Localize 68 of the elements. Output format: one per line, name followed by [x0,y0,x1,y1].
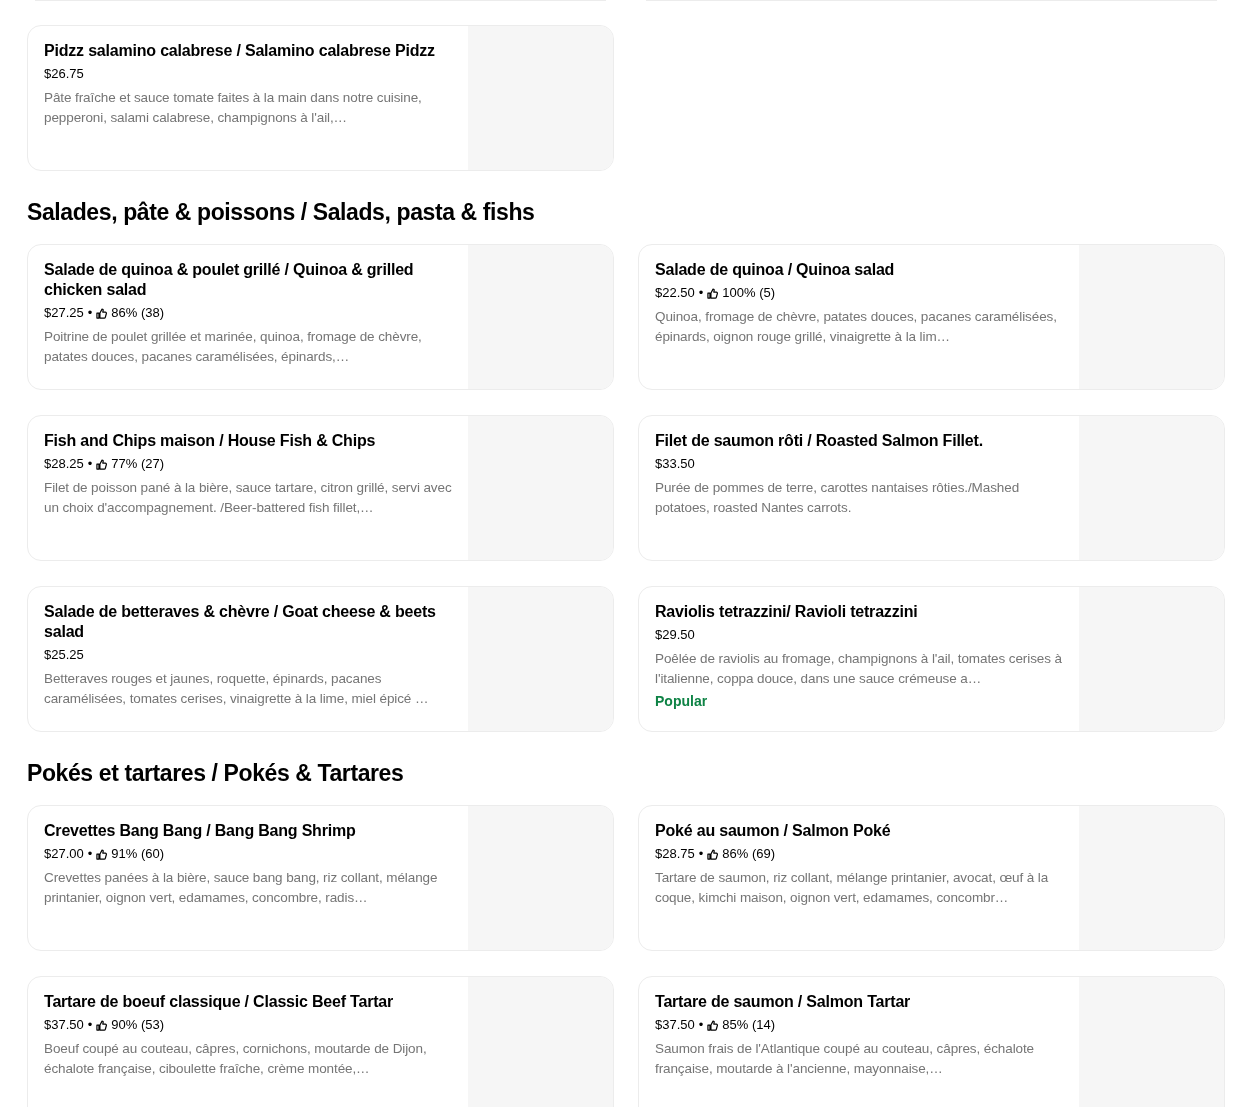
menu-item-card[interactable]: Tartare de boeuf classique / Classic Beef Tartar $37.50 • 90% (53) Boeuf coupé au couteau, câpres, cornichons, moutarde de Dijon, échalote française, ciboulette fraîche, crème montée,… [27,976,614,1107]
item-rating: 86% (69) [722,845,776,863]
item-price: $33.50 [655,455,695,473]
menu-item-card[interactable]: Salade de quinoa / Quinoa salad $22.50 • 100% (5) Quinoa, fromage de chèvre, patates douces, pacanes caramélisées, épinards, oignon rouge grillé, vinaigrette à la lim… [638,244,1225,390]
item-name: Tartare de saumon / Salmon Tartar [655,992,912,1012]
separator-dot: • [698,845,704,863]
section-heading: Pokés et tartares / Pokés & Tartares [27,759,405,787]
item-price: $27.25 [44,304,84,322]
item-description: Quinoa, fromage de chèvre, patates douces, pacanes caramélisées, épinards, oignon rouge grillé, vinaigrette à la lim… [655,308,1058,346]
thumbs-up-icon [96,458,108,470]
item-name: Crevettes Bang Bang / Bang Bang Shrimp [44,821,357,841]
item-price: $26.75 [44,65,84,83]
item-rating: 85% (14) [722,1016,776,1034]
item-name: Salade de betteraves & chèvre / Goat cheese & beets salad [44,602,437,642]
section-heading: Salades, pâte & poissons / Salads, pasta & fishs [27,198,536,226]
item-name: Pidzz salamino calabrese / Salamino calabrese Pidzz [44,41,436,61]
menu-item-card[interactable]: Salade de betteraves & chèvre / Goat cheese & beets salad $25.25 Betteraves rouges et jaunes, roquette, épinards, pacanes caramélisées, tomates cerises, vinaigrette à la lime, miel épicé … [27,586,614,732]
item-name: Poké au saumon / Salmon Poké [655,821,892,841]
menu-item-card[interactable]: Tartare de saumon / Salmon Tartar $37.50 • 85% (14) Saumon frais de l'Atlantique coupé au couteau, câpres, échalote française, moutarde à l'ancienne, mayonnaise,… [638,976,1225,1107]
item-description: Saumon frais de l'Atlantique coupé au couteau, câpres, échalote française, moutarde à l'ancienne, mayonnaise,… [655,1040,1036,1078]
menu-item-card[interactable]: Raviolis tetrazzini/ Ravioli tetrazzini $29.50 Poêlée de raviolis au fromage, champignons à l'ail, tomates cerises à l'italienne, coppa douce, dans une sauce crémeuse a… Popular [638,586,1225,732]
thumbs-up-icon [96,307,108,319]
menu-item-card[interactable]: Pidzz salamino calabrese / Salamino calabrese Pidzz $26.75 Pâte fraîche et sauce tomate faites à la main dans notre cuisine, pepperoni, salami calabrese, champignons à l'ail,… [27,25,614,171]
item-name: Fish and Chips maison / House Fish & Chips [44,431,377,451]
thumbs-up-icon [96,1019,108,1031]
thumbs-up-icon [707,1019,719,1031]
item-rating: 86% (38) [111,304,165,322]
popular-label: Popular [655,692,709,711]
thumbs-up-icon [707,287,719,299]
item-name: Raviolis tetrazzini/ Ravioli tetrazzini [655,602,919,622]
item-price: $27.00 [44,845,84,863]
item-description: Pâte fraîche et sauce tomate faites à la main dans notre cuisine, pepperoni, salami calabrese, champignons à l'ail,… [44,89,423,127]
item-price: $37.50 [44,1016,84,1034]
item-price: $25.25 [44,646,84,664]
item-price: $37.50 [655,1016,695,1034]
menu-item-card[interactable]: Poké au saumon / Salmon Poké $28.75 • 86% (69) Tartare de saumon, riz collant, mélange printanier, avocat, œuf à la coque, kimchi maison, oignon vert, edamames, concombr… [638,805,1225,951]
thumbs-up-icon [707,848,719,860]
separator-dot: • [87,304,93,322]
item-description: Poêlée de raviolis au fromage, champignons à l'ail, tomates cerises à l'italienne, coppa douce, dans une sauce crémeuse a… [655,650,1063,688]
item-rating: 90% (53) [111,1016,165,1034]
item-description: Poitrine de poulet grillée et marinée, quinoa, fromage de chèvre, patates douces, pacanes caramélisées, épinards,… [44,328,423,366]
item-price: $22.50 [655,284,695,302]
menu-item-card[interactable]: Crevettes Bang Bang / Bang Bang Shrimp $27.00 • 91% (60) Crevettes panées à la bière, sauce bang bang, riz collant, mélange printanier, oignon vert, edamames, concombre, radis… [27,805,614,951]
item-name: Filet de saumon rôti / Roasted Salmon Fillet. [655,431,984,451]
item-description: Purée de pommes de terre, carottes nantaises rôties./Mashed potatoes, roasted Nantes carrots. [655,479,1021,517]
menu-item-card[interactable]: Fish and Chips maison / House Fish & Chips $28.25 • 77% (27) Filet de poisson pané à la bière, sauce tartare, citron grillé, servi avec un choix d'accompagnement. /Beer-battered fish fillet,… [27,415,614,561]
separator-dot: • [87,455,93,473]
separator-dot: • [87,845,93,863]
item-price: $28.75 [655,845,695,863]
thumbs-up-icon [96,848,108,860]
separator-dot: • [698,1016,704,1034]
item-name: Tartare de boeuf classique / Classic Beef Tartar [44,992,395,1012]
item-name: Salade de quinoa / Quinoa salad [655,260,896,280]
item-description: Crevettes panées à la bière, sauce bang bang, riz collant, mélange printanier, oignon vert, edamames, concombre, radis… [44,869,439,907]
item-name: Salade de quinoa & poulet grillé / Quinoa & grilled chicken salad [44,260,415,300]
item-description: Filet de poisson pané à la bière, sauce tartare, citron grillé, servi avec un choix d'accompagnement. /Beer-battered fish fillet,… [44,479,453,517]
separator-dot: • [698,284,704,302]
item-price: $29.50 [655,626,695,644]
menu-item-card[interactable]: Filet de saumon rôti / Roasted Salmon Fillet. $33.50 Purée de pommes de terre, carottes nantaises rôties./Mashed potatoes, roasted Nantes carrots. [638,415,1225,561]
separator-dot: • [87,1016,93,1034]
item-price: $28.25 [44,455,84,473]
item-rating: 91% (60) [111,845,165,863]
menu-item-card[interactable]: Salade de quinoa & poulet grillé / Quinoa & grilled chicken salad $27.25 • 86% (38) Poitrine de poulet grillée et marinée, quinoa, fromage de chèvre, patates douces, pacanes caramélisées, épinards,… [27,244,614,390]
item-description: Boeuf coupé au couteau, câpres, cornichons, moutarde de Dijon, échalote française, ciboulette fraîche, crème montée,… [44,1040,428,1078]
item-description: Betteraves rouges et jaunes, roquette, épinards, pacanes caramélisées, tomates cerises, vinaigrette à la lime, miel épicé … [44,670,430,708]
item-description: Tartare de saumon, riz collant, mélange printanier, avocat, œuf à la coque, kimchi maison, oignon vert, edamames, concombr… [655,869,1050,907]
item-rating: 77% (27) [111,455,165,473]
item-rating: 100% (5) [722,284,776,302]
